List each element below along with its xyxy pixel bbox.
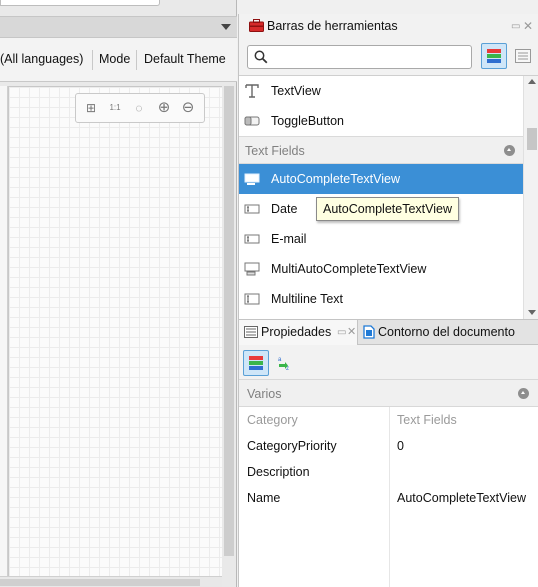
document-outline-icon (363, 325, 375, 339)
theme-selector[interactable]: Default Theme (144, 52, 226, 66)
svg-text:a: a (278, 357, 282, 363)
toolbox-title: Barras de herramientas (267, 19, 398, 33)
multiautocomplete-icon (244, 262, 260, 276)
designer-toolbar: (All languages) Mode Default Theme (0, 38, 237, 82)
tab-properties[interactable]: Propiedades ▭ ✕ (239, 320, 358, 345)
list-view-icon[interactable] (515, 49, 531, 63)
property-row-name[interactable]: Name AutoCompleteTextView (239, 485, 538, 511)
sort-az-icon[interactable]: a z (277, 355, 293, 371)
toolbox-scrollbar[interactable] (523, 76, 538, 319)
properties-panel: Propiedades ▭ ✕ Contorno del documento a… (238, 319, 538, 587)
property-row-description[interactable]: Description (239, 459, 538, 485)
property-row-categorypriority[interactable]: CategoryPriority 0 (239, 433, 538, 459)
close-icon[interactable]: ✕ (347, 325, 356, 338)
property-row-category[interactable]: Category Text Fields (239, 407, 538, 433)
property-group-varios[interactable]: Varios (239, 379, 538, 407)
list-item[interactable]: Multiline Text (239, 284, 523, 314)
multiline-text-icon (244, 293, 260, 305)
zoom-out-icon[interactable]: ⊖ (180, 100, 196, 116)
zoom-reset-icon[interactable]: 1:1 (107, 100, 123, 116)
tooltip: AutoCompleteTextView (316, 197, 460, 221)
scroll-up-icon[interactable] (528, 79, 536, 84)
email-field-icon (244, 234, 260, 244)
layout-icon[interactable]: ⊞ (83, 100, 99, 116)
minimize-icon[interactable]: ▭ (337, 327, 346, 338)
category-sort-button[interactable] (243, 350, 269, 376)
list-item[interactable]: MultiAutoCompleteTextView (239, 254, 523, 284)
togglebutton-icon (244, 116, 260, 126)
section-text-fields[interactable]: Text Fields (239, 136, 523, 164)
zoom-fit-icon[interactable]: ◌ (131, 100, 147, 116)
canvas-edge (0, 86, 8, 576)
category-view-icon (249, 356, 263, 370)
close-icon[interactable]: ✕ (523, 19, 533, 33)
chevron-down-icon[interactable] (221, 24, 231, 30)
toolbox-icon (249, 19, 264, 32)
list-item[interactable]: E-mail (239, 224, 523, 254)
canvas-vertical-scrollbar[interactable] (222, 86, 236, 576)
scrollbar-thumb[interactable] (527, 128, 537, 150)
collapse-icon[interactable] (504, 145, 515, 156)
language-selector[interactable]: (All languages) (0, 52, 83, 66)
toolbox-search-input[interactable] (272, 49, 462, 65)
toolbox-panel: Barras de herramientas ▭ ✕ TextView Togg… (238, 14, 538, 319)
textview-icon (245, 84, 259, 98)
designer-pane: (All languages) Mode Default Theme ⊞ 1:1… (0, 0, 237, 587)
search-icon (254, 50, 268, 64)
list-item[interactable]: ToggleButton (239, 106, 523, 136)
autocomplete-icon (244, 173, 260, 185)
toolbox-search-row (239, 38, 538, 76)
list-item-autocompletetextview[interactable]: AutoCompleteTextView (239, 164, 523, 194)
category-view-button[interactable] (481, 43, 507, 69)
date-field-icon (244, 204, 260, 214)
scrollbar-thumb[interactable] (0, 579, 200, 586)
designer-titlebar (0, 16, 237, 38)
scroll-down-icon[interactable] (528, 310, 536, 315)
toolbox-search[interactable] (247, 45, 472, 69)
list-item[interactable]: TextView (239, 76, 523, 106)
mode-selector[interactable]: Mode (99, 52, 130, 66)
design-canvas[interactable] (8, 86, 222, 576)
zoom-in-icon[interactable]: ⊕ (156, 100, 172, 116)
category-view-icon (487, 49, 501, 63)
scrollbar-thumb[interactable] (224, 86, 234, 556)
minimize-icon[interactable]: ▭ (511, 21, 520, 32)
canvas-horizontal-scrollbar[interactable] (0, 576, 222, 587)
zoom-toolbar: ⊞ 1:1 ◌ ⊕ ⊖ (75, 93, 205, 123)
toolbox-titlebar: Barras de herramientas ▭ ✕ (239, 14, 538, 38)
properties-icon (244, 326, 258, 338)
tab-document-outline[interactable]: Contorno del documento (359, 320, 538, 345)
properties-toolbar: a z (239, 345, 538, 381)
toolbar-separator (136, 50, 137, 70)
properties-tabs: Propiedades ▭ ✕ Contorno del documento (239, 319, 538, 345)
designer-top-strip (0, 0, 160, 6)
toolbar-separator (92, 50, 93, 70)
collapse-icon[interactable] (518, 388, 529, 399)
